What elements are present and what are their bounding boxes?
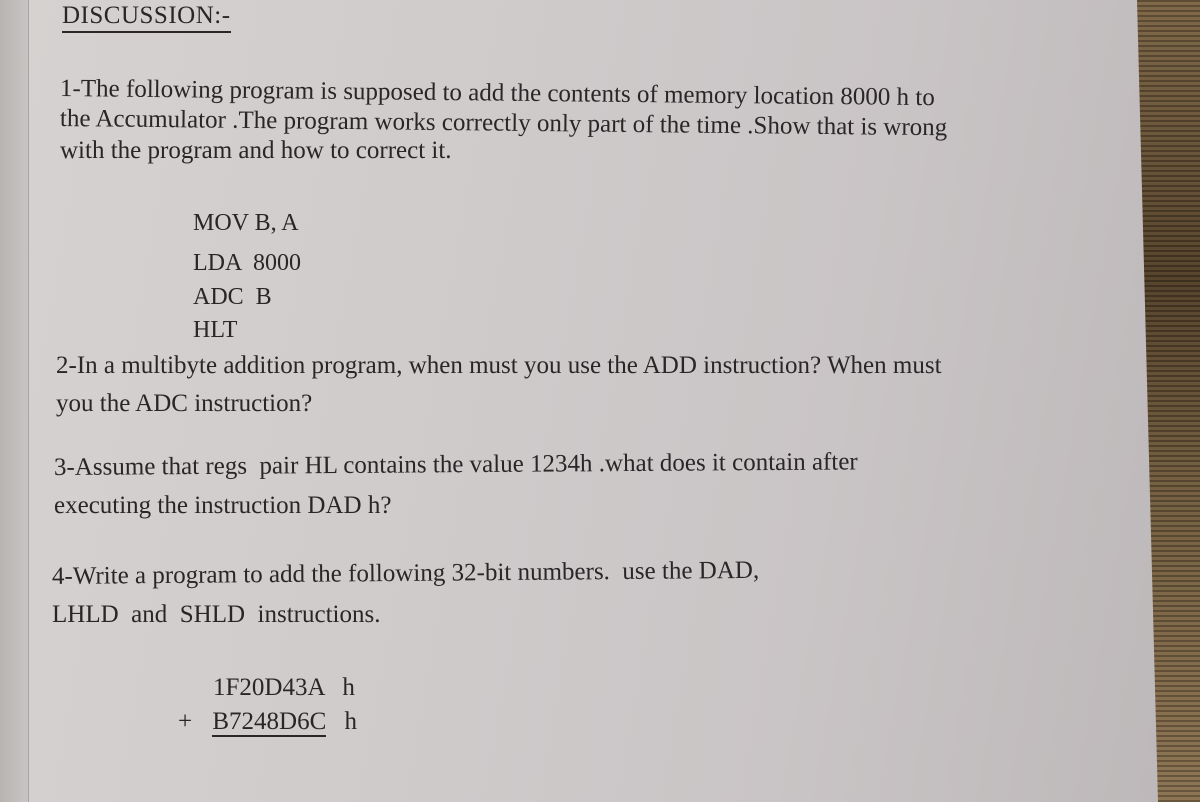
question-3-line-1: 3-Assume that regs pair HL contains the … [53, 448, 858, 481]
code-line-4: HLT [193, 317, 238, 343]
operand-1-suffix: h [342, 674, 355, 701]
discussion-heading: DISCUSSION:- [62, 2, 231, 33]
plus-operator: + [178, 708, 193, 735]
page-spine [0, 0, 29, 802]
code-line-2: LDA 8000 [193, 250, 301, 276]
addition-operand-2: + B7248D6C h [178, 706, 357, 738]
question-4-line-2: LHLD and SHLD instructions. [52, 601, 381, 628]
code-line-3: ADC B [193, 284, 272, 310]
document-page: DISCUSSION:- 1-The following program is … [0, 0, 1158, 802]
question-2-line-2: you the ADC instruction? [56, 390, 313, 417]
addition-operand-1: 1F20D43A h [213, 672, 355, 704]
code-line-1: MOV B, A [193, 210, 299, 236]
operand-1-value: 1F20D43A [213, 674, 325, 701]
question-4-line-1: 4-Write a program to add the following 3… [51, 556, 760, 590]
operand-2-value: B7248D6C [212, 708, 327, 737]
operand-2-suffix: h [344, 708, 358, 735]
question-3-line-2: executing the instruction DAD h? [54, 492, 392, 519]
question-1-line-3: with the program and how to correct it. [60, 137, 452, 164]
question-2-line-1: 2-In a multibyte addition program, when … [56, 352, 942, 379]
